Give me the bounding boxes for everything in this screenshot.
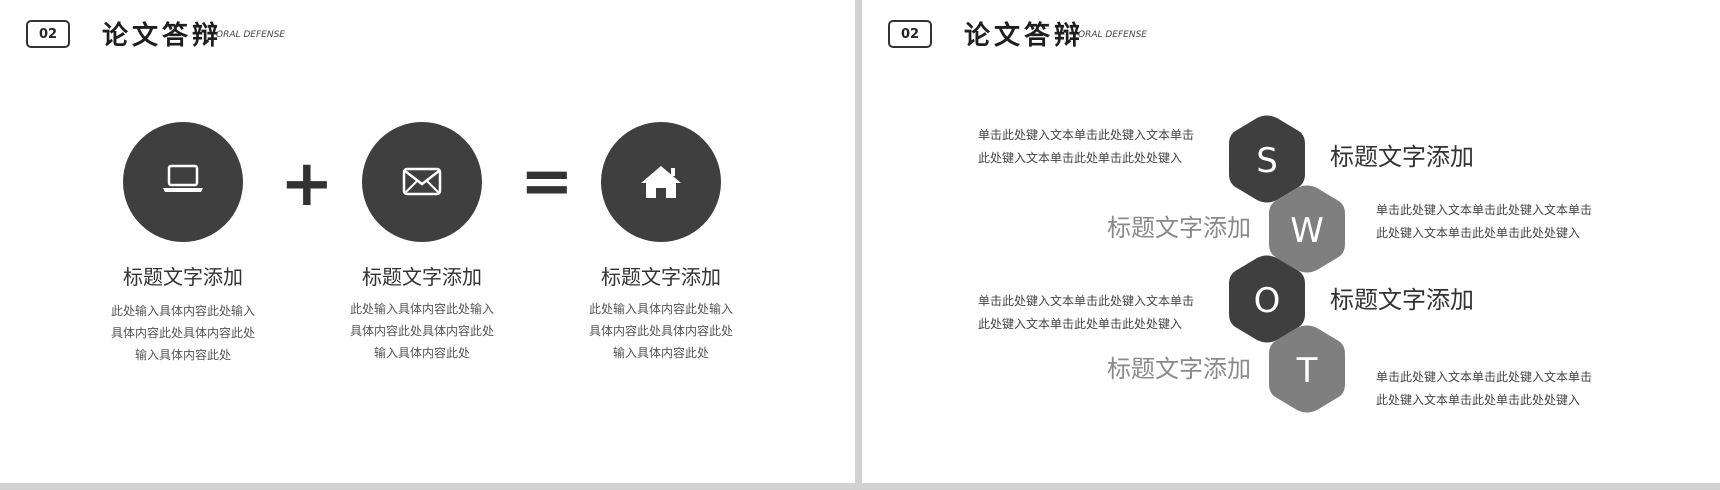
swot-text-s-line-1: 单击此处键入文本单击此处键入文本单击 bbox=[978, 128, 1195, 142]
swot-title-o: 标题文字添加 bbox=[1330, 286, 1474, 314]
swot-text-w-line-2: 此处键入文本单击此处单击此处处键入 bbox=[1376, 226, 1581, 240]
swot-title-t: 标题文字添加 bbox=[1107, 355, 1251, 383]
swot-text-o-line-1: 单击此处键入文本单击此处键入文本单击 bbox=[978, 294, 1195, 308]
item-circle-3 bbox=[601, 122, 721, 242]
swot-title-w: 标题文字添加 bbox=[1107, 214, 1251, 242]
swot-text-s-line-2: 此处键入文本单击此处单击此处处键入 bbox=[978, 151, 1183, 165]
slide-left: 02 论文答辩 ORAL DEFENSE 标题文字添加 此处输入具体内容此处输入… bbox=[0, 0, 855, 483]
swot-text-s: 单击此处键入文本单击此处键入文本单击 此处键入文本单击此处单击此处处键入 bbox=[978, 124, 1194, 170]
header-title: 论文答辩 bbox=[102, 21, 223, 51]
swot-text-t-line-2: 此处键入文本单击此处单击此处处键入 bbox=[1376, 393, 1581, 407]
swot-hex-t: T bbox=[1269, 325, 1345, 413]
header-subtitle: ORAL DEFENSE bbox=[1078, 30, 1147, 40]
item-text-1-line-3: 输入具体内容此处 bbox=[134, 348, 231, 362]
item-text-1: 此处输入具体内容此处输入 具体内容此处具体内容此处 输入具体内容此处 bbox=[83, 300, 283, 366]
item-title-2: 标题文字添加 bbox=[362, 265, 482, 289]
swot-text-w: 单击此处键入文本单击此处键入文本单击 此处键入文本单击此处单击此处处键入 bbox=[1376, 199, 1592, 245]
envelope-icon bbox=[402, 167, 442, 196]
item-text-3-line-3: 输入具体内容此处 bbox=[612, 346, 709, 360]
header-subtitle: ORAL DEFENSE bbox=[216, 30, 285, 40]
item-text-2-line-2: 具体内容此处具体内容此处 bbox=[349, 324, 494, 338]
item-text-1-line-1: 此处输入具体内容此处输入 bbox=[110, 304, 255, 318]
equals-operator: = bbox=[520, 145, 574, 219]
item-text-3: 此处输入具体内容此处输入 具体内容此处具体内容此处 输入具体内容此处 bbox=[561, 298, 761, 364]
header-title: 论文答辩 bbox=[964, 21, 1085, 51]
item-text-1-line-2: 具体内容此处具体内容此处 bbox=[110, 326, 255, 340]
item-text-2-line-3: 输入具体内容此处 bbox=[373, 346, 470, 360]
swot-text-o-line-2: 此处键入文本单击此处单击此处处键入 bbox=[978, 317, 1183, 331]
swot-text-w-line-1: 单击此处键入文本单击此处键入文本单击 bbox=[1376, 203, 1593, 217]
slide-right: 02 论文答辩 ORAL DEFENSE S W O T 单击此处键入文本单击此… bbox=[862, 0, 1720, 483]
swot-text-t-line-1: 单击此处键入文本单击此处键入文本单击 bbox=[1376, 370, 1593, 384]
item-text-3-line-1: 此处输入具体内容此处输入 bbox=[588, 302, 733, 316]
item-text-3-line-2: 具体内容此处具体内容此处 bbox=[588, 324, 733, 338]
item-circle-1 bbox=[123, 122, 243, 242]
item-text-2-line-1: 此处输入具体内容此处输入 bbox=[349, 302, 494, 316]
item-title-3: 标题文字添加 bbox=[601, 265, 721, 289]
item-text-2: 此处输入具体内容此处输入 具体内容此处具体内容此处 输入具体内容此处 bbox=[322, 298, 522, 364]
plus-operator: + bbox=[280, 147, 334, 221]
swot-letter-t: T bbox=[1296, 351, 1318, 391]
section-badge: 02 bbox=[888, 20, 932, 48]
section-badge: 02 bbox=[26, 20, 70, 48]
house-icon bbox=[641, 166, 681, 198]
swot-letter-s: S bbox=[1256, 141, 1278, 181]
item-title-1: 标题文字添加 bbox=[123, 265, 243, 289]
swot-letter-w: W bbox=[1290, 211, 1324, 251]
item-circle-2 bbox=[362, 122, 482, 242]
swot-letter-o: O bbox=[1254, 281, 1281, 321]
laptop-icon bbox=[163, 164, 203, 192]
swot-text-t: 单击此处键入文本单击此处键入文本单击 此处键入文本单击此处单击此处处键入 bbox=[1376, 366, 1592, 412]
swot-text-o: 单击此处键入文本单击此处键入文本单击 此处键入文本单击此处单击此处处键入 bbox=[978, 290, 1194, 336]
swot-title-s: 标题文字添加 bbox=[1330, 143, 1474, 171]
